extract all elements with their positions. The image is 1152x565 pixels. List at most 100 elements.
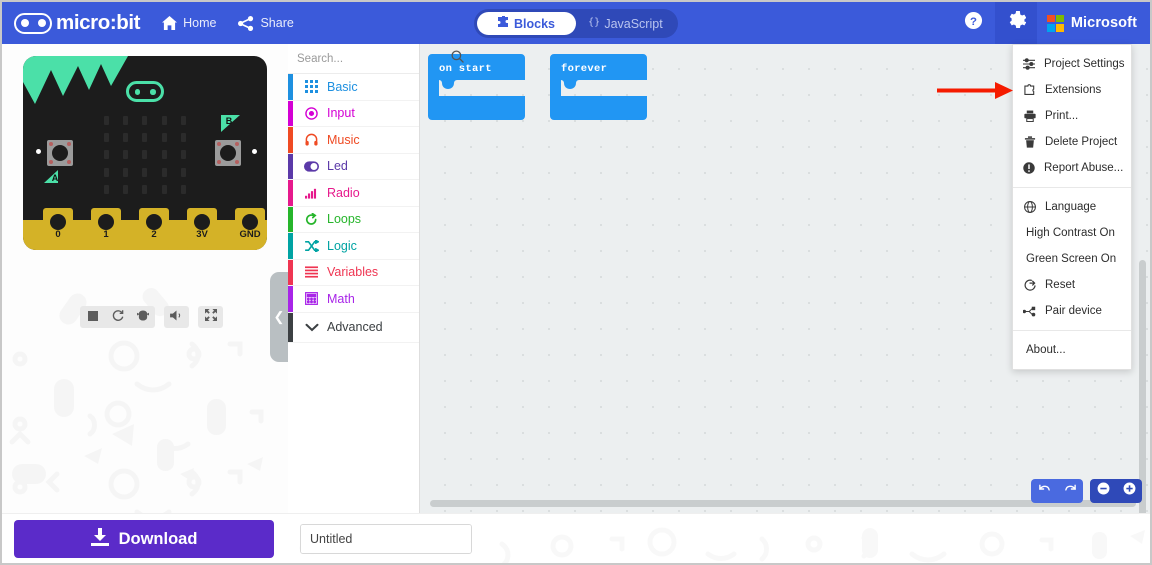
toolbox-category-loops[interactable]: Loops [288,206,419,233]
speaker-icon [170,308,183,326]
menu-item-reset[interactable]: Reset [1013,272,1131,298]
category-label: Led [327,159,348,174]
board-edge-dot-right [252,149,257,154]
block-forever[interactable]: forever [550,54,647,120]
board-button-b[interactable] [215,140,241,166]
menu-item-label: Delete Project [1045,136,1118,148]
tab-blocks[interactable]: Blocks [477,12,576,35]
mute-control [164,306,189,328]
pin-3V[interactable]: 3V [187,208,217,250]
toolbox-category-math[interactable]: Math [288,286,419,313]
microbit-brand-logo[interactable]: micro:bit [14,11,141,35]
pin-small [125,228,129,250]
toolbox-category-music[interactable]: Music [288,127,419,154]
trash-icon [1023,136,1036,148]
debug-button[interactable] [130,306,155,328]
microsoft-brand[interactable]: Microsoft [1037,2,1150,44]
category-color-strip [288,127,293,153]
workspace-vertical-scrollbar[interactable] [1139,260,1146,513]
tab-blocks-label: Blocks [514,16,555,31]
restart-button[interactable] [105,306,130,328]
help-button[interactable]: ? [953,2,995,44]
microbit-board[interactable]: A B 0 1 2 3V GND [23,56,267,250]
menu-item-pair-device[interactable]: Pair device [1013,298,1131,324]
scrollbar-thumb[interactable] [1139,260,1146,513]
search-input[interactable] [297,52,451,65]
expand-icon [204,308,217,326]
settings-dropdown-menu: Project Settings Extensions Print... Delete… [1012,44,1132,370]
category-color-strip [288,180,293,206]
printer-icon [1023,110,1036,122]
chevron-left-icon: ❮ [273,309,285,324]
question-circle-icon: ? [964,11,983,35]
menu-item-language[interactable]: Language [1013,194,1131,220]
svg-text:{}: {} [588,17,599,28]
board-corner-graphic [23,56,128,104]
collapse-simulator-handle[interactable]: ❮ [270,272,288,362]
menu-item-green-screen-on[interactable]: Green Screen On [1013,246,1131,272]
zoom-in-button[interactable] [1116,479,1142,503]
menu-item-label: Extensions [1045,84,1102,96]
download-label: Download [118,529,198,548]
settings-button[interactable] [994,2,1037,44]
puzzle-piece-icon [498,14,509,31]
board-button-a[interactable] [47,140,73,166]
pin-1[interactable]: 1 [91,208,121,250]
search-icon[interactable] [451,49,464,68]
toolbox-category-variables[interactable]: Variables [288,259,419,286]
simulator-controls [80,306,223,328]
category-label: Input [327,106,355,121]
menu-item-print[interactable]: Print... [1013,103,1131,129]
menu-item-label: High Contrast On [1026,227,1115,239]
category-label: Radio [327,185,360,200]
menu-item-delete-project[interactable]: Delete Project [1013,129,1131,155]
category-label: Basic [327,79,358,94]
tab-javascript[interactable]: {} JavaScript [576,12,675,35]
mute-button[interactable] [164,306,189,328]
menu-item-extensions[interactable]: Extensions [1013,77,1131,103]
zoom-out-button[interactable] [1090,479,1116,503]
download-button[interactable]: Download [14,520,274,558]
redo-button[interactable] [1057,479,1083,503]
globe-icon [1023,201,1036,213]
menu-item-report-abuse[interactable]: Report Abuse... [1013,155,1131,181]
toolbox-category-led[interactable]: Led [288,153,419,180]
menu-item-high-contrast-on[interactable]: High Contrast On [1013,220,1131,246]
pin-small [221,228,225,250]
pin-GND[interactable]: GND [235,208,265,250]
undo-button[interactable] [1031,479,1057,503]
category-color-strip [288,233,293,259]
toolbox-category-input[interactable]: Input [288,100,419,127]
toolbox-category-radio[interactable]: Radio [288,180,419,207]
menu-divider [1013,330,1131,331]
block-label: forever [561,63,608,75]
pin-0[interactable]: 0 [43,208,73,250]
pin-small [173,228,177,250]
home-icon [162,16,178,30]
share-button[interactable]: Share [238,2,294,44]
toolbox-category-logic[interactable]: Logic [288,233,419,260]
menu-item-label: About... [1026,344,1066,356]
stop-button[interactable] [80,306,105,328]
menu-item-label: Language [1045,201,1097,213]
pin-small [227,228,231,250]
project-name-input[interactable] [301,525,471,553]
menu-item-about[interactable]: About... [1013,337,1131,363]
home-button[interactable]: Home [162,2,216,44]
microsoft-logo-icon [1046,14,1064,32]
makecode-editor-window: micro:bit Home Share Blocks {} JavaScrip… [0,0,1152,565]
share-icon [238,15,254,31]
pin-2[interactable]: 2 [139,208,169,250]
toolbox-category-basic[interactable]: Basic [288,74,419,101]
zoom-group [1090,479,1142,503]
toolbox-category-advanced[interactable]: Advanced [288,312,419,343]
download-icon [90,527,109,551]
shuffle-arrows-icon [304,239,319,252]
menu-item-project-settings[interactable]: Project Settings [1013,51,1131,77]
category-color-strip [288,74,293,100]
refresh-icon [112,308,124,326]
menu-item-label: Print... [1045,110,1079,122]
menu-item-label: Pair device [1045,305,1102,317]
home-label: Home [183,16,217,30]
fullscreen-button[interactable] [198,306,223,328]
